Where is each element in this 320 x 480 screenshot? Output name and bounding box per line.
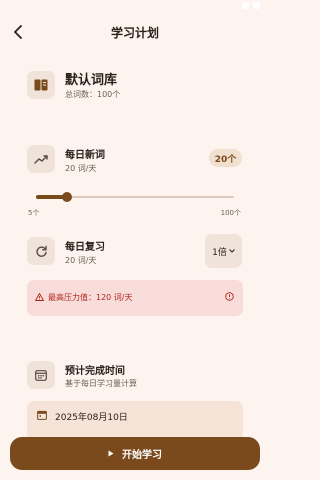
review-multiplier-select[interactable]: 1倍 bbox=[205, 234, 242, 268]
calendar-icon bbox=[27, 361, 55, 389]
pressure-warning: 最高压力值：120 词/天 bbox=[27, 280, 243, 316]
slider-thumb[interactable] bbox=[62, 192, 73, 202]
slider-max-label: 100个 bbox=[220, 209, 241, 217]
book-icon bbox=[27, 71, 55, 99]
refresh-icon bbox=[27, 237, 55, 265]
warning-text: 最高压力值：120 词/天 bbox=[48, 293, 133, 302]
finish-date: 2025年08月10日 bbox=[55, 413, 128, 423]
chevron-down-icon bbox=[229, 249, 235, 253]
status-icons bbox=[242, 2, 260, 9]
start-learning-label: 开始学习 bbox=[122, 450, 162, 461]
finish-title: 预计完成时间 bbox=[65, 366, 125, 377]
library-name: 默认词库 bbox=[65, 73, 118, 88]
trending-up-icon bbox=[27, 145, 55, 173]
daily-new-slider[interactable] bbox=[36, 192, 234, 202]
daily-new-badge: 20个 bbox=[209, 149, 242, 167]
review-multiplier-value: 1倍 bbox=[212, 247, 227, 258]
daily-new-rate: 20 词/天 bbox=[65, 164, 97, 173]
warning-icon bbox=[35, 293, 44, 301]
play-icon bbox=[108, 450, 114, 457]
page-title: 学习计划 bbox=[110, 26, 159, 40]
slider-min-label: 5个 bbox=[28, 209, 40, 217]
daily-review-title: 每日复习 bbox=[65, 242, 105, 253]
library-word-count: 总词数：100个 bbox=[65, 90, 121, 99]
info-icon[interactable] bbox=[225, 292, 234, 301]
calendar-small-icon bbox=[37, 410, 47, 420]
daily-review-rate: 20 词/天 bbox=[65, 256, 97, 265]
daily-new-title: 每日新词 bbox=[65, 150, 105, 161]
start-learning-button[interactable]: 开始学习 bbox=[10, 437, 260, 470]
finish-date-card: 2025年08月10日 bbox=[27, 401, 243, 441]
finish-subtitle: 基于每日学习量计算 bbox=[65, 379, 137, 388]
app-bar: 学习计划 bbox=[0, 18, 270, 46]
status-bar bbox=[0, 0, 270, 14]
